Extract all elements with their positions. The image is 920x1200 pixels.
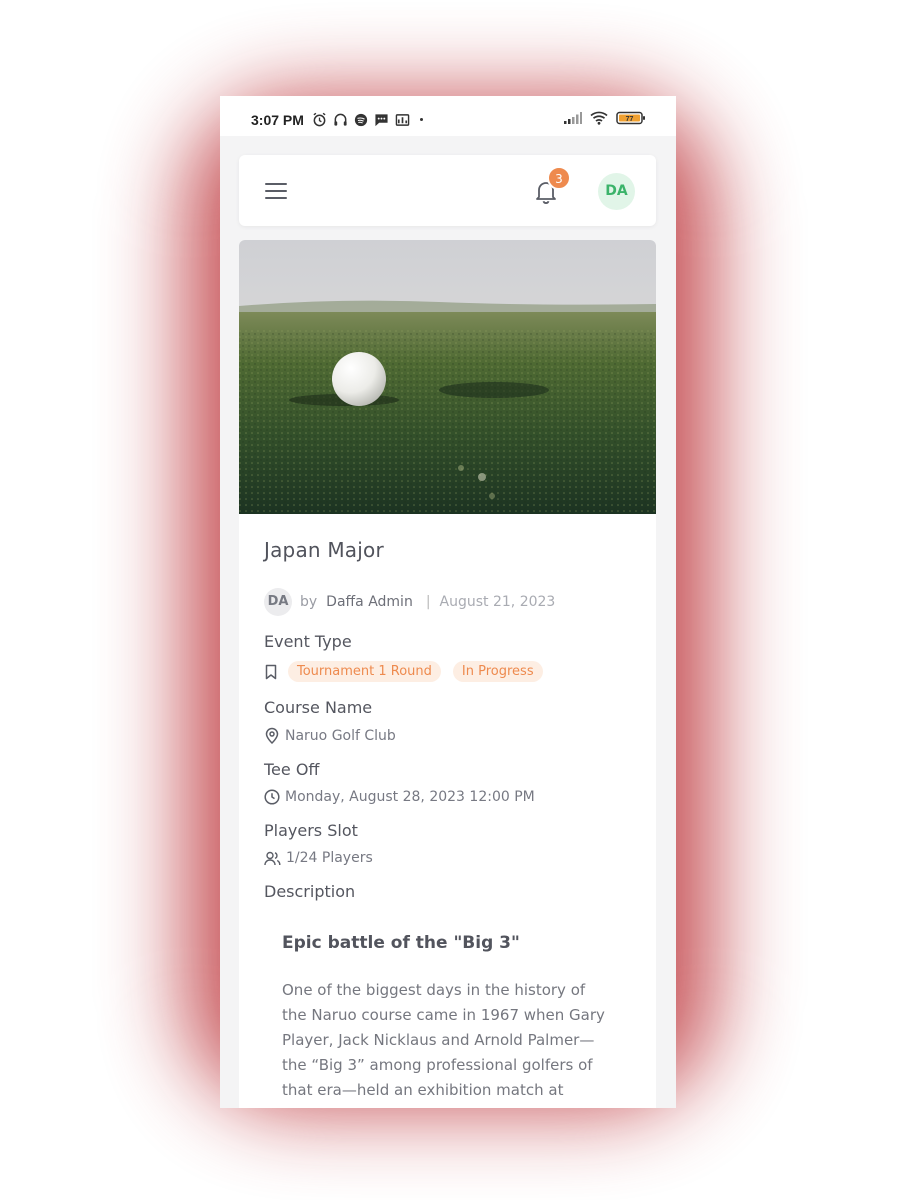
- course-name: Naruo Golf Club: [285, 727, 396, 744]
- event-card: Japan Major DA by Daffa Admin | August 2…: [239, 240, 656, 1108]
- event-cover-image: [239, 240, 656, 514]
- tee-off-row: Monday, August 28, 2023 12:00 PM: [264, 789, 631, 805]
- hamburger-menu-icon[interactable]: [265, 183, 287, 204]
- bookmark-icon: [265, 664, 277, 679]
- event-meta: DA by Daffa Admin | August 21, 2023: [264, 588, 631, 616]
- meta-separator: |: [425, 594, 431, 610]
- author-avatar: DA: [264, 588, 292, 616]
- author-name: Daffa Admin: [326, 594, 413, 610]
- user-avatar[interactable]: DA: [598, 173, 635, 210]
- event-details: Japan Major DA by Daffa Admin | August 2…: [239, 538, 656, 1103]
- course-name-label: Course Name: [264, 698, 373, 717]
- event-type-label: Event Type: [264, 632, 352, 651]
- alarm-icon: [313, 112, 326, 127]
- course-row: Naruo Golf Club: [264, 727, 631, 744]
- tee-off-label: Tee Off: [264, 760, 320, 779]
- message-icon: [375, 113, 388, 126]
- tag-tournament-round: Tournament 1 Round: [288, 661, 441, 682]
- spotify-icon: [354, 113, 368, 126]
- players-row: 1/24 Players: [264, 850, 631, 866]
- phone-screen: 3:07 PM 77 3 DA Japan Major DA by Daffa …: [220, 96, 676, 1108]
- tag-status: In Progress: [452, 661, 543, 682]
- location-pin-icon: [265, 727, 279, 744]
- event-title: Japan Major: [264, 538, 384, 562]
- event-type-row: Tournament 1 Round In Progress: [264, 661, 631, 682]
- description-label: Description: [264, 882, 356, 901]
- tee-off-time: Monday, August 28, 2023 12:00 PM: [285, 789, 535, 805]
- by-label: by: [300, 594, 318, 610]
- app-header: 3 DA: [239, 155, 656, 226]
- battery-icon: 77: [616, 111, 645, 125]
- status-icons: [312, 112, 423, 127]
- publish-date: August 21, 2023: [439, 594, 556, 610]
- players-count: 1/24 Players: [286, 850, 373, 866]
- svg-text:77: 77: [626, 116, 634, 123]
- wifi-icon: [590, 111, 608, 125]
- clock-icon: [264, 789, 280, 805]
- description-heading: Epic battle of the "Big 3": [282, 933, 520, 953]
- more-notifications-dot: [420, 118, 423, 121]
- players-slot-label: Players Slot: [264, 821, 358, 840]
- notification-badge: 3: [547, 166, 571, 190]
- status-time: 3:07 PM: [251, 112, 304, 128]
- signal-icon: [564, 112, 582, 124]
- users-icon: [264, 851, 281, 865]
- status-bar: 3:07 PM 77: [220, 96, 676, 136]
- headphones-icon: [334, 113, 347, 126]
- description-text: One of the biggest days in the history o…: [282, 981, 605, 1099]
- status-right: 77: [564, 111, 646, 125]
- app-icon: [395, 113, 410, 126]
